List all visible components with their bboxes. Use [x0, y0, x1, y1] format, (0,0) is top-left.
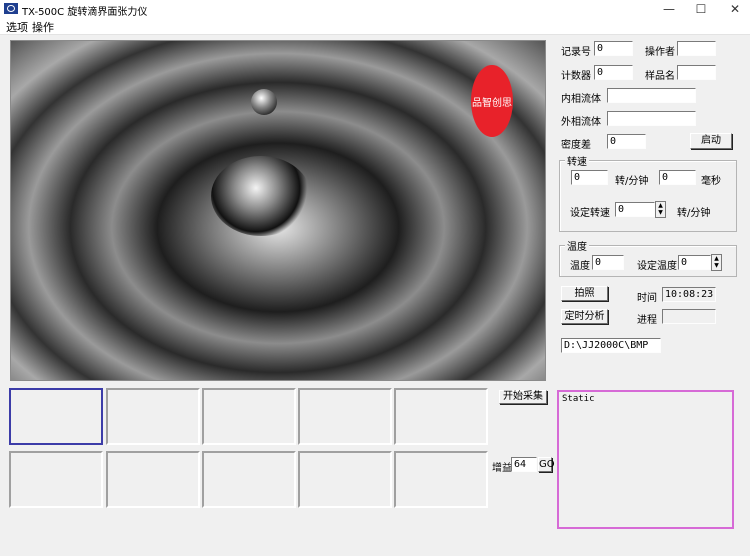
path-input[interactable]: D:\JJ2000C\BMP: [561, 338, 661, 353]
set-temp-input[interactable]: 0: [678, 255, 711, 270]
menu-bar: 选项 操作: [0, 18, 750, 35]
inner-fluid-input[interactable]: [607, 88, 696, 103]
thumbnail-2[interactable]: [106, 388, 200, 445]
thumbnail-9[interactable]: [298, 451, 392, 508]
spin-up-icon[interactable]: ▲: [656, 202, 665, 209]
thumbnail-1[interactable]: [9, 388, 103, 445]
photo-button[interactable]: 拍照: [561, 286, 608, 301]
thumbnail-7[interactable]: [106, 451, 200, 508]
close-button[interactable]: ✕: [722, 2, 748, 16]
thumbnail-4[interactable]: [298, 388, 392, 445]
falling-drop: [251, 89, 277, 115]
speed-group-title: 转速: [565, 153, 589, 168]
thumbnail-3[interactable]: [202, 388, 296, 445]
outer-fluid-input[interactable]: [607, 111, 696, 126]
rpm-input[interactable]: 0: [571, 170, 608, 185]
ms-input[interactable]: 0: [659, 170, 696, 185]
counter-input[interactable]: 0: [594, 65, 633, 80]
temp-input[interactable]: 0: [592, 255, 624, 270]
ms-unit: 毫秒: [701, 176, 721, 187]
set-speed-label: 设定转速: [570, 208, 610, 219]
density-input[interactable]: 0: [607, 134, 646, 149]
inner-fluid-label: 内相流体: [561, 94, 601, 105]
record-label: 记录号: [561, 47, 591, 58]
set-speed-input[interactable]: 0: [615, 202, 655, 217]
thumbnail-5[interactable]: [394, 388, 488, 445]
set-speed-spinner[interactable]: ▲ ▼: [655, 201, 666, 218]
time-display: 10:08:23: [662, 287, 716, 302]
counter-label: 计数器: [561, 71, 591, 82]
spin-down-icon[interactable]: ▼: [656, 209, 665, 216]
static-output: Static: [557, 390, 734, 529]
gain-input[interactable]: 64: [511, 457, 537, 472]
menu-options[interactable]: 选项: [6, 19, 28, 35]
outer-fluid-label: 外相流体: [561, 117, 601, 128]
sample-label: 样品名: [645, 71, 675, 82]
start-capture-button[interactable]: 开始采集: [499, 390, 547, 404]
temp-label: 温度: [570, 261, 590, 272]
gain-label: 增益: [492, 463, 512, 474]
record-input[interactable]: 0: [594, 41, 633, 56]
density-label: 密度差: [561, 140, 591, 151]
rpm-unit: 转/分钟: [615, 176, 649, 187]
app-icon: [4, 3, 18, 14]
set-speed-unit: 转/分钟: [677, 208, 711, 219]
start-button[interactable]: 启动: [690, 133, 732, 149]
spin-down-icon[interactable]: ▼: [712, 262, 721, 269]
temperature-group-title: 温度: [565, 238, 589, 253]
camera-image: 品智创思: [10, 40, 546, 381]
sample-input[interactable]: [677, 65, 716, 80]
window-title: TX-500C 旋转滴界面张力仪: [22, 7, 148, 18]
time-label: 时间: [637, 293, 657, 304]
minimize-button[interactable]: —: [656, 2, 682, 16]
set-temp-label: 设定温度: [637, 261, 677, 272]
brand-stamp: 品智创思: [471, 65, 513, 137]
operator-input[interactable]: [677, 41, 716, 56]
progress-label: 进程: [637, 315, 657, 326]
set-temp-spinner[interactable]: ▲ ▼: [711, 254, 722, 271]
timed-analysis-button[interactable]: 定时分析: [561, 309, 608, 324]
thumbnail-10[interactable]: [394, 451, 488, 508]
thumbnail-8[interactable]: [202, 451, 296, 508]
menu-operate[interactable]: 操作: [32, 19, 54, 35]
thumbnail-6[interactable]: [9, 451, 103, 508]
go-button[interactable]: GO: [538, 457, 555, 472]
spin-up-icon[interactable]: ▲: [712, 255, 721, 262]
splash-crown: [211, 156, 311, 236]
operator-label: 操作者: [645, 47, 675, 58]
title-bar: TX-500C 旋转滴界面张力仪 — ☐ ✕: [0, 0, 750, 18]
maximize-button[interactable]: ☐: [688, 2, 714, 16]
progress-display: [662, 309, 716, 324]
